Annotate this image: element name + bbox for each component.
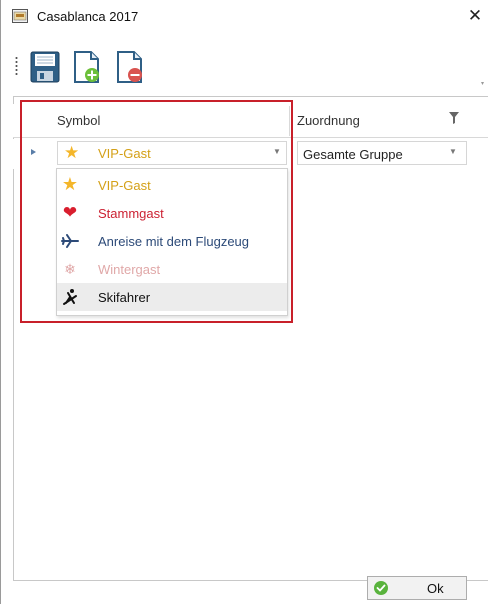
list-item[interactable]: ❄ Wintergast: [57, 255, 287, 283]
list-item-label: Anreise mit dem Flugzeug: [98, 234, 250, 249]
symbol-combobox-value: VIP-Gast: [98, 146, 151, 161]
add-document-button[interactable]: [71, 50, 103, 84]
save-button[interactable]: [29, 50, 61, 84]
list-item-label: VIP-Gast: [98, 178, 151, 193]
app-icon: [12, 9, 28, 23]
star-icon: ★: [64, 143, 80, 162]
ok-button-label: Ok: [427, 581, 444, 596]
close-icon: ✕: [467, 6, 483, 25]
close-button[interactable]: ✕: [463, 5, 487, 27]
list-item[interactable]: Anreise mit dem Flugzeug: [57, 227, 287, 255]
zuordnung-combobox-value: Gesamte Gruppe: [303, 147, 403, 162]
heart-icon: ❤: [62, 203, 78, 222]
window-title: Casablanca 2017: [37, 9, 139, 24]
list-item[interactable]: ❤ Stammgast: [57, 199, 287, 227]
toolbar-overflow-icon[interactable]: ▾: [481, 80, 487, 87]
star-icon: ★: [61, 174, 79, 194]
snowflake-icon: ❄: [64, 261, 76, 277]
skier-icon: [63, 289, 77, 305]
chevron-down-icon[interactable]: ▼: [273, 147, 281, 156]
list-item-label: Wintergast: [98, 262, 161, 277]
list-item-hovered[interactable]: Skifahrer: [57, 283, 287, 311]
airplane-icon: [61, 234, 79, 248]
list-item-label: Skifahrer: [98, 290, 151, 305]
column-header-zuordnung[interactable]: Zuordnung: [297, 113, 360, 128]
column-divider[interactable]: [289, 106, 290, 136]
delete-document-icon: [117, 51, 142, 83]
chevron-down-icon[interactable]: ▼: [449, 147, 457, 156]
save-icon: [30, 51, 60, 83]
delete-document-button[interactable]: [114, 50, 146, 84]
dialog-window: Casablanca 2017 ✕ ▾ Symbol Zuordnung ★ V…: [0, 0, 488, 604]
list-item[interactable]: ★ VIP-Gast: [57, 171, 287, 199]
symbol-combobox[interactable]: [57, 141, 287, 165]
row-indicator-icon: [31, 149, 36, 155]
add-document-icon: [74, 51, 99, 83]
list-item-label: Stammgast: [98, 206, 164, 221]
column-header-symbol[interactable]: Symbol: [57, 113, 100, 128]
toolbar-grip-handle[interactable]: [15, 56, 18, 76]
checkmark-icon: [374, 581, 388, 595]
filter-icon[interactable]: [449, 112, 459, 124]
